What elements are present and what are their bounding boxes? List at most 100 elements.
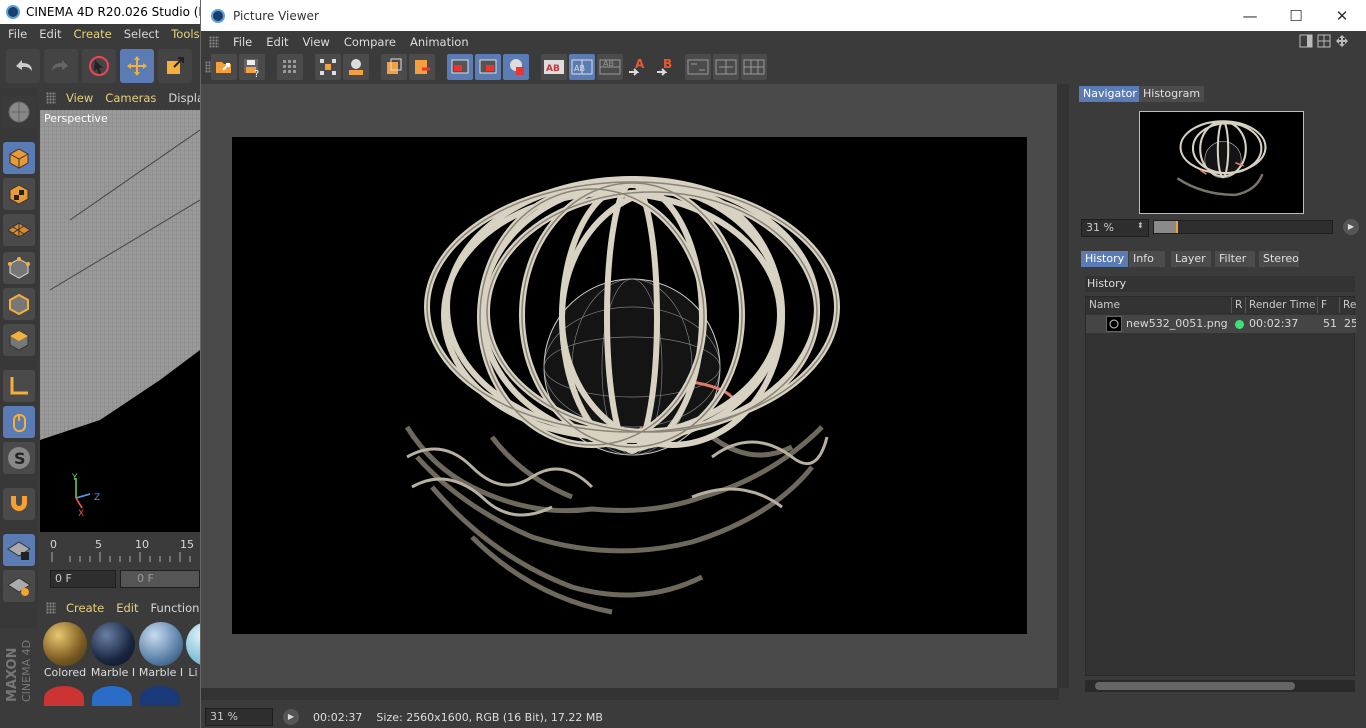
current-frame-slider[interactable]: 0 F <box>120 570 200 588</box>
copy-frames-button[interactable] <box>381 54 407 80</box>
c4d-menu-tools[interactable]: Tools <box>171 27 199 41</box>
interactive-render-button[interactable] <box>343 54 369 80</box>
c4d-menu-select[interactable]: Select <box>124 27 159 41</box>
status-play-icon[interactable]: ▶ <box>283 709 299 725</box>
material-preview <box>91 622 135 666</box>
close-button[interactable]: ✕ <box>1319 0 1365 31</box>
undo-button[interactable] <box>6 49 40 83</box>
c4d-menu-create[interactable]: Create <box>74 27 112 41</box>
svg-text:MAXON: MAXON <box>5 648 20 703</box>
tab-layer[interactable]: Layer <box>1171 251 1211 267</box>
c4d-titlebar: CINEMA 4D R20.026 Studio (RC - R <box>0 0 200 24</box>
stop-render-button[interactable] <box>503 54 529 80</box>
tab-history[interactable]: History <box>1081 251 1129 267</box>
canvas-vertical-scrollbar[interactable] <box>1057 84 1069 688</box>
points-mode-icon[interactable] <box>3 252 35 284</box>
column-name[interactable]: Name <box>1086 297 1232 313</box>
perspective-viewport[interactable]: Y Z X Perspective <box>40 110 200 532</box>
texture-mode-icon[interactable] <box>3 178 35 210</box>
pv-menu-compare[interactable]: Compare <box>344 35 396 49</box>
material-menu-create[interactable]: Create <box>66 601 104 615</box>
svg-text:S: S <box>14 449 26 468</box>
scrollbar-thumb[interactable] <box>1095 682 1295 690</box>
timeline-ruler[interactable]: 0 5 10 15 <box>40 534 200 564</box>
material-swatch[interactable]: Li <box>186 622 200 679</box>
ab-text: AB <box>574 64 585 73</box>
column-re[interactable]: Re <box>1340 297 1356 313</box>
open-file-button[interactable] <box>211 54 237 80</box>
set-as-a-button[interactable]: A <box>625 54 651 80</box>
tab-histogram[interactable]: Histogram <box>1139 86 1205 102</box>
navigator-zoom-slider[interactable] <box>1153 220 1333 234</box>
set-as-b-button[interactable]: B <box>653 54 679 80</box>
tab-info[interactable]: Info <box>1129 251 1165 267</box>
status-zoom-field[interactable]: 31 % <box>205 708 273 726</box>
tab-filter[interactable]: Filter <box>1215 251 1255 267</box>
workplane-icon[interactable] <box>3 214 35 246</box>
move-tool-button[interactable] <box>120 49 154 83</box>
pv-titlebar: Picture Viewer — ☐ ✕ <box>201 0 1366 31</box>
column-frames[interactable]: F <box>1318 297 1340 313</box>
region-render-button[interactable] <box>315 54 341 80</box>
svg-text:Z: Z <box>94 493 100 503</box>
polygons-mode-icon[interactable] <box>3 324 35 356</box>
magnet-icon[interactable] <box>3 488 35 520</box>
tab-stereo[interactable]: Stereo <box>1259 251 1299 267</box>
material-swatch[interactable]: Marble I <box>90 622 136 679</box>
edges-mode-icon[interactable] <box>3 288 35 320</box>
ab-compare-button[interactable]: AB <box>541 54 567 80</box>
material-swatch[interactable]: Marble I <box>138 622 184 679</box>
compare-grid-button[interactable] <box>741 54 767 80</box>
remove-frames-button[interactable] <box>409 54 435 80</box>
grid-toggle-button[interactable] <box>277 54 303 80</box>
minimize-button[interactable]: — <box>1227 0 1273 31</box>
image-thumbnail-icon <box>1106 316 1122 332</box>
ab-split-horizontal-button[interactable]: AB <box>597 54 623 80</box>
scale-tool-button[interactable] <box>158 49 192 83</box>
tab-navigator[interactable]: Navigator <box>1079 86 1141 102</box>
viewport-menu-view[interactable]: View <box>66 91 93 105</box>
material-menu-function[interactable]: Function <box>151 601 200 615</box>
history-row-name: new532_0051.png <box>1126 317 1228 330</box>
history-table: Name R Render Time F Re new532_0051.png … <box>1085 296 1356 676</box>
show-comparison-b-button[interactable] <box>475 54 501 80</box>
panel-layout-icon[interactable] <box>1299 34 1313 48</box>
canvas-horizontal-scrollbar[interactable] <box>201 688 1059 700</box>
material-menu-edit[interactable]: Edit <box>116 601 138 615</box>
difference-button[interactable] <box>713 54 739 80</box>
picture-viewer-icon <box>211 8 225 23</box>
fit-layout-icon[interactable] <box>1317 34 1331 48</box>
table-row[interactable]: new532_0051.png 00:02:37 51 25 <box>1086 315 1356 333</box>
live-selection-button[interactable] <box>82 49 116 83</box>
start-frame-field[interactable]: 0 F <box>50 570 116 588</box>
maximize-button[interactable]: ☐ <box>1273 0 1319 31</box>
ab-split-vertical-button[interactable]: AB <box>569 54 595 80</box>
object-mode-icon[interactable] <box>3 142 35 174</box>
column-render-time[interactable]: Render Time <box>1246 297 1318 313</box>
viewport-menu-cameras[interactable]: Cameras <box>105 91 156 105</box>
swap-ab-button[interactable] <box>685 54 711 80</box>
show-comparison-a-button[interactable] <box>447 54 473 80</box>
pv-menu-edit[interactable]: Edit <box>266 35 288 49</box>
image-canvas[interactable] <box>201 84 1059 688</box>
navigator-thumbnail[interactable] <box>1139 111 1304 214</box>
move-window-icon[interactable] <box>1335 34 1349 48</box>
redo-button[interactable] <box>44 49 78 83</box>
save-as-button[interactable]: ? <box>239 54 265 80</box>
tweak-mode-icon[interactable] <box>3 406 35 438</box>
c4d-menu-file[interactable]: File <box>8 27 27 41</box>
spinner-arrows-icon[interactable]: ⬍ <box>1137 221 1144 230</box>
pv-menu-file[interactable]: File <box>233 35 252 49</box>
pv-menu-view[interactable]: View <box>303 35 330 49</box>
pv-menu-animation[interactable]: Animation <box>410 35 469 49</box>
model-mode-icon[interactable] <box>3 96 35 128</box>
column-r[interactable]: R <box>1232 297 1246 313</box>
material-swatch[interactable]: Colored <box>42 622 88 679</box>
zoom-play-icon[interactable]: ▶ <box>1343 219 1359 235</box>
history-horizontal-scrollbar[interactable] <box>1085 680 1355 692</box>
workplane-orange-icon[interactable] <box>3 570 35 602</box>
snap-icon[interactable]: S <box>3 442 35 474</box>
c4d-menu-edit[interactable]: Edit <box>39 27 61 41</box>
axis-icon[interactable] <box>3 370 35 402</box>
lock-workplane-icon[interactable] <box>3 534 35 566</box>
